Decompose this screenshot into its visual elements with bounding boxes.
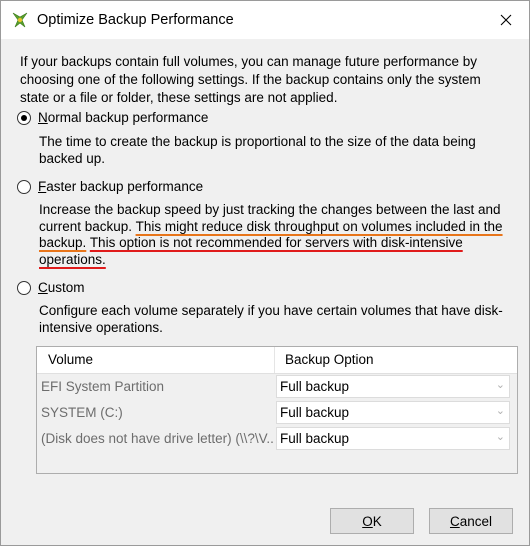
dialog-window: Optimize Backup Performance If your back… [0, 0, 530, 546]
header-divider [274, 347, 275, 373]
header-backup-option[interactable]: Backup Option [285, 352, 374, 367]
backup-option-value: Full backup [280, 431, 350, 446]
volume-name: EFI System Partition [41, 379, 165, 394]
radio-custom-button[interactable] [17, 280, 31, 295]
radio-faster-performance[interactable]: Faster backup performance [17, 179, 203, 194]
custom-description: Configure each volume separately if you … [39, 303, 503, 335]
dialog-content: If your backups contain full volumes, yo… [1, 39, 529, 545]
volume-name: (Disk does not have drive letter) (\\?\V… [41, 431, 273, 446]
faster-desc-red-underlined: This option is not recommended for serve… [39, 235, 463, 267]
window-title: Optimize Backup Performance [37, 12, 234, 28]
ok-button[interactable]: OK [330, 508, 414, 534]
header-volume[interactable]: Volume [48, 352, 93, 367]
intro-text: If your backups contain full volumes, yo… [20, 54, 481, 105]
table-header: Volume Backup Option [37, 347, 517, 374]
table-row: (Disk does not have drive letter) (\\?\V… [37, 426, 517, 452]
backup-option-select[interactable]: Full backup ⌄ [276, 427, 510, 450]
faster-description: Increase the backup speed by just tracki… [39, 202, 509, 268]
radio-faster-label[interactable]: Faster backup performance [38, 179, 203, 194]
chevron-down-icon: ⌄ [495, 431, 505, 443]
cancel-button[interactable]: Cancel [429, 508, 513, 534]
chevron-down-icon: ⌄ [495, 379, 505, 391]
backup-option-value: Full backup [280, 405, 350, 420]
backup-app-icon [12, 12, 28, 28]
ok-label: OK [362, 513, 382, 529]
radio-normal-performance[interactable]: Normal backup performance [17, 110, 208, 125]
chevron-down-icon: ⌄ [495, 405, 505, 417]
radio-faster-button[interactable] [17, 179, 31, 194]
radio-custom-label[interactable]: Custom [38, 280, 85, 295]
volume-options-table: Volume Backup Option EFI System Partitio… [36, 346, 518, 474]
radio-normal-button[interactable] [17, 110, 31, 125]
backup-option-select[interactable]: Full backup ⌄ [276, 375, 510, 398]
backup-option-value: Full backup [280, 379, 350, 394]
table-row: SYSTEM (C:) Full backup ⌄ [37, 400, 517, 426]
cancel-label: Cancel [449, 513, 493, 529]
close-button[interactable] [483, 1, 529, 39]
title-bar[interactable]: Optimize Backup Performance [1, 1, 529, 39]
close-icon [500, 14, 512, 26]
backup-option-select[interactable]: Full backup ⌄ [276, 401, 510, 424]
normal-description: The time to create the backup is proport… [39, 134, 476, 166]
radio-custom-performance[interactable]: Custom [17, 280, 85, 295]
volume-name: SYSTEM (C:) [41, 405, 123, 420]
radio-normal-label[interactable]: Normal backup performance [38, 110, 208, 125]
table-row: EFI System Partition Full backup ⌄ [37, 374, 517, 400]
